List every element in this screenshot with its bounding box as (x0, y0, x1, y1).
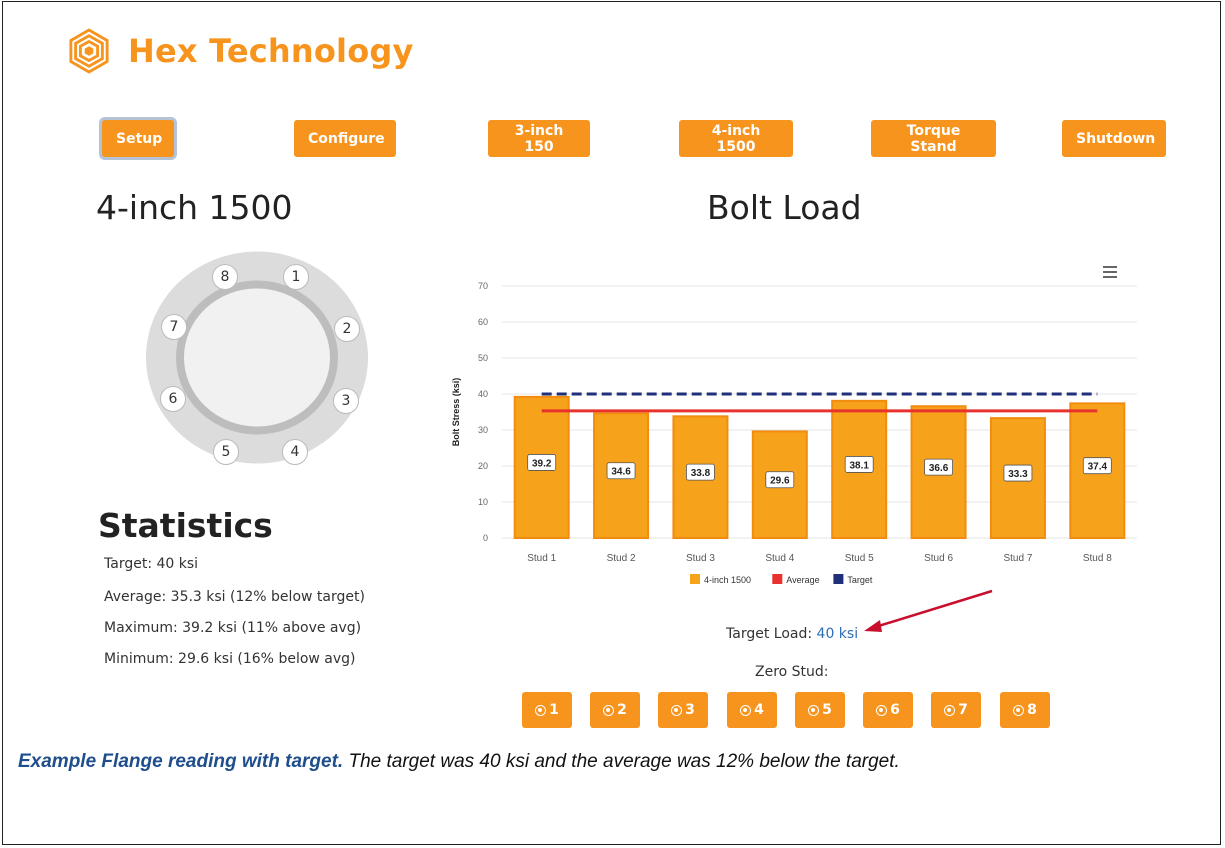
legend-label: Average (786, 575, 819, 585)
flange-stud-4: 4 (282, 439, 308, 465)
legend-swatch (772, 574, 783, 584)
x-tick-label: Stud 4 (765, 553, 794, 564)
target-icon (1013, 704, 1025, 716)
flange-stud-8: 8 (212, 264, 238, 290)
x-tick-label: Stud 8 (1083, 553, 1112, 564)
target-icon (808, 704, 820, 716)
annotation-arrow (864, 589, 993, 632)
nav-4-inch-1500-button[interactable]: 4-inch 1500 (679, 120, 793, 157)
y-tick-label: 60 (478, 317, 488, 327)
data-label: 38.1 (849, 460, 869, 471)
nav-setup-button[interactable]: Setup (102, 120, 174, 157)
zero-stud-2-button[interactable]: 2 (590, 692, 640, 728)
zero-stud-6-button[interactable]: 6 (863, 692, 913, 728)
target-icon (740, 704, 752, 716)
target-icon (603, 704, 615, 716)
legend-label: 4-inch 1500 (704, 575, 751, 585)
x-tick-label: Stud 6 (924, 553, 953, 564)
data-label: 39.2 (532, 458, 552, 469)
x-tick-label: Stud 2 (607, 553, 636, 564)
target-icon (944, 704, 956, 716)
chart-menu-icon[interactable] (1103, 266, 1117, 278)
target-load-value[interactable]: 40 ksi (817, 626, 859, 642)
bolt-load-chart: 39.2 34.6 33.8 29.6 38.1 36.6 33.3 37.4 0 10 20 30… (451, 266, 1137, 585)
flange-stud-3: 3 (333, 388, 359, 414)
y-tick-label: 70 (478, 281, 488, 291)
flange-stud-5: 5 (213, 439, 239, 465)
legend-swatch (833, 574, 844, 584)
data-label: 29.6 (770, 476, 790, 487)
y-tick-label: 30 (478, 425, 488, 435)
target-icon (535, 704, 547, 716)
zero-stud-1-button[interactable]: 1 (522, 692, 572, 728)
flange-diagram (146, 251, 368, 464)
flange-stud-7: 7 (161, 314, 187, 340)
target-icon (876, 704, 888, 716)
x-tick-label: Stud 1 (527, 553, 556, 564)
flange-stud-2: 2 (334, 316, 360, 342)
target-load: Target Load: 40 ksi (726, 626, 858, 642)
figure-caption: Example Flange reading with target. The … (18, 751, 900, 773)
x-tick-label: Stud 3 (686, 553, 715, 564)
data-label: 33.3 (1008, 469, 1028, 480)
y-tick-label: 0 (483, 533, 488, 543)
y-tick-label: 20 (478, 461, 488, 471)
stat-minimum: Minimum: 29.6 ksi (16% below avg) (104, 651, 356, 667)
stat-average: Average: 35.3 ksi (12% below target) (104, 589, 365, 605)
legend-label: Target (847, 575, 873, 585)
data-label: 33.8 (691, 468, 711, 479)
zero-stud-3-button[interactable]: 3 (658, 692, 708, 728)
stat-maximum: Maximum: 39.2 ksi (11% above avg) (104, 620, 362, 636)
nav-configure-button[interactable]: Configure (294, 120, 396, 157)
flange-stud-6: 6 (160, 386, 186, 412)
legend-swatch (690, 574, 700, 584)
zero-stud-8-button[interactable]: 8 (1000, 692, 1050, 728)
nav-shutdown-button[interactable]: Shutdown (1062, 120, 1166, 157)
hexagon-logo-icon (69, 28, 109, 74)
chart-title: Bolt Load (707, 188, 862, 227)
caption-bold: Example Flange reading with target. (18, 751, 344, 772)
brand-logo[interactable]: Hex Technology (68, 28, 414, 74)
caption-text: The target was 40 ksi and the average wa… (343, 751, 900, 772)
y-axis-label: Bolt Stress (ksi) (451, 378, 461, 447)
flange-title: 4-inch 1500 (96, 188, 293, 227)
y-tick-label: 10 (478, 497, 488, 507)
zero-stud-5-button[interactable]: 5 (795, 692, 845, 728)
y-tick-label: 40 (478, 389, 488, 399)
x-tick-label: Stud 5 (845, 553, 874, 564)
data-label: 36.6 (929, 463, 949, 474)
zero-stud-4-button[interactable]: 4 (727, 692, 777, 728)
zero-stud-7-button[interactable]: 7 (931, 692, 981, 728)
zero-stud-label: Zero Stud: (755, 664, 829, 680)
y-tick-label: 50 (478, 353, 488, 363)
stat-target: Target: 40 ksi (104, 556, 199, 572)
flange-stud-1: 1 (283, 264, 309, 290)
nav-torque-stand-button[interactable]: Torque Stand (871, 120, 996, 157)
brand-name: Hex Technology (128, 32, 414, 70)
statistics-title: Statistics (98, 506, 273, 545)
data-label: 34.6 (611, 467, 631, 478)
target-load-label: Target Load: (726, 626, 813, 642)
data-label: 37.4 (1088, 462, 1108, 473)
target-icon (671, 704, 683, 716)
x-tick-label: Stud 7 (1003, 553, 1032, 564)
nav-3-inch-150-button[interactable]: 3-inch 150 (488, 120, 590, 157)
